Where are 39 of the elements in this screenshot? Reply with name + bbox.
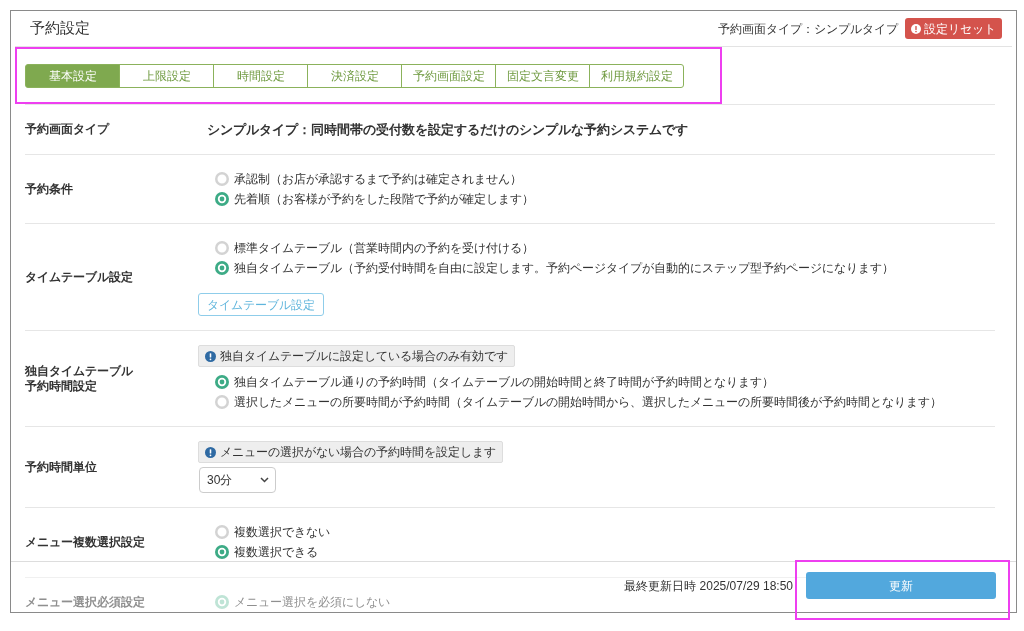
alert-icon	[911, 23, 921, 34]
setting-label: メニュー複数選択設定	[25, 534, 145, 550]
radio-option[interactable]: 複数選択できる	[215, 542, 330, 561]
select-value: 30分	[207, 472, 233, 489]
screen-type-text: 予約画面タイプ：シンプルタイプ	[718, 20, 898, 38]
reset-button[interactable]: 設定リセット	[905, 18, 1002, 39]
setting-label: 独自タイムテーブル	[25, 363, 133, 379]
tab[interactable]: 利用規約設定	[589, 64, 684, 88]
setting-label: 予約画面タイプ	[25, 122, 109, 137]
page-title: 予約設定	[30, 18, 90, 39]
tab[interactable]: 決済設定	[307, 64, 402, 88]
chevron-down-icon	[260, 477, 269, 483]
radio-option[interactable]: 標準タイムテーブル（営業時間内の予約を受け付ける）	[215, 238, 894, 258]
radio-option[interactable]: メニュー選択を必須にしない	[215, 592, 390, 612]
note-text: メニューの選択がない場合の予約時間を設定します	[220, 444, 496, 460]
last-updated-text: 最終更新日時 2025/07/29 18:50	[624, 577, 793, 595]
radio-option[interactable]: 選択したメニューの所要時間が予約時間（タイムテーブルの開始時間から、選択したメニューの所要時間後が予約時間となります）	[215, 392, 942, 412]
setting-label: メニュー選択必須設定	[25, 595, 145, 610]
radio-option[interactable]: 独自タイムテーブル通りの予約時間（タイムテーブルの開始時間と終了時間が予約時間となります）	[215, 372, 942, 392]
setting-label: 予約時間設定	[25, 378, 97, 394]
timetable-settings-button[interactable]: タイムテーブル設定	[198, 293, 324, 316]
setting-label: 予約時間単位	[25, 459, 97, 475]
radio-option[interactable]: 複数選択できない	[215, 522, 330, 542]
tab[interactable]: 予約画面設定	[401, 64, 496, 88]
radio-option[interactable]: 先着順（お客様が予約をした段階で予約が確定します）	[215, 189, 534, 209]
setting-label: タイムテーブル設定	[25, 269, 133, 285]
select-field[interactable]: 30分	[199, 467, 276, 493]
tab[interactable]: 基本設定	[25, 64, 120, 88]
info-icon	[205, 350, 216, 362]
tab[interactable]: 時間設定	[213, 64, 308, 88]
update-button[interactable]: 更新	[806, 572, 996, 599]
radio-option[interactable]: 独自タイムテーブル（予約受付時間を自由に設定します。予約ページタイプが自動的にステップ型予約ページになります）	[215, 258, 894, 278]
info-icon	[205, 446, 216, 458]
type-description: シンプルタイプ：同時間帯の受付数を設定するだけのシンプルな予約システムです	[207, 121, 688, 139]
radio-option[interactable]: 承認制（お店が承認するまで予約は確定されません）	[215, 169, 534, 189]
tab[interactable]: 固定文言変更	[495, 64, 590, 88]
note-text: 独自タイムテーブルに設定している場合のみ有効です	[220, 348, 508, 364]
tab[interactable]: 上限設定	[119, 64, 214, 88]
setting-label: 予約条件	[25, 181, 73, 197]
